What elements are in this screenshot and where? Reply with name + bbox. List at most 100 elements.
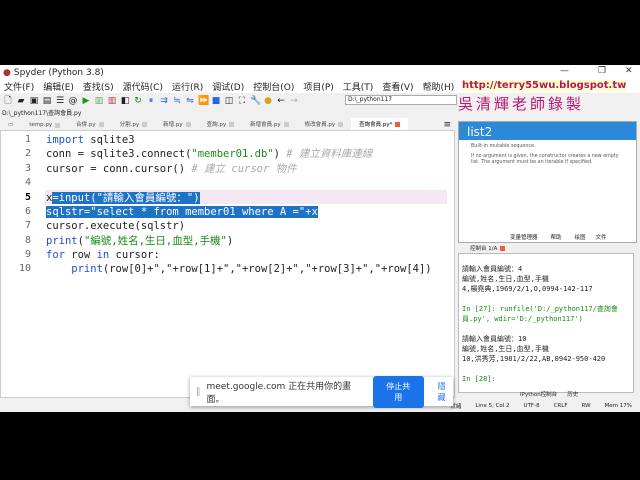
close-tab-icon[interactable] [283,121,289,127]
tab-label: 查詢會員.py* [359,122,393,128]
right-pane: list2 Built-in mutable sequence. If no a… [455,108,640,398]
working-directory-input[interactable]: D:\_python117 [345,95,457,105]
back-icon[interactable]: ← [276,96,286,106]
tab-history[interactable]: 历史 [567,390,578,398]
tab-help[interactable]: 帮助 [547,233,565,241]
options-menu-icon[interactable]: ≡ [443,120,455,130]
console-line: 10,洪秀芳,1981/2/22,AB,0942-950-420 [462,355,606,363]
minimize-button[interactable]: — [560,66,569,76]
tab-label: 查詢.py [206,122,227,128]
rerun-icon[interactable]: ↻ [133,96,143,106]
help-title: list2 [459,122,636,140]
code-editor[interactable]: 1 2 3 4 5 6 7 8 9 10 import sqlite3 conn… [0,130,455,398]
menu-help[interactable]: 帮助(H) [423,80,455,93]
step-return-icon[interactable]: ⇋ [185,96,195,106]
save-all-icon[interactable]: ▤ [42,96,52,106]
code-text: conn = sqlite3.connect( [46,148,192,160]
code-line: cursor.execute(sqlstr) [46,219,185,233]
tab-split[interactable]: 分割.py [112,118,156,130]
restore-button[interactable]: ❐ [598,66,606,76]
tab-variable-explorer[interactable]: 变量管理器 [510,233,538,241]
step-into-icon[interactable]: ≒ [172,96,182,106]
line-number: 9 [24,249,31,260]
code-text: (row[0]+","+row[1]+","+row[2]+","+row[3]… [102,263,432,275]
stop-sharing-button[interactable]: 停止共用 [372,375,424,408]
tab-label: 分割.py [119,122,140,128]
tab-query[interactable]: 查詢.py [199,118,243,130]
hide-button[interactable]: 隱藏 [438,381,453,403]
python-path-icon[interactable]: ● [263,96,273,106]
close-tab-icon[interactable] [229,121,235,127]
tab-ipython-console[interactable]: IPython控制台 [520,390,557,398]
tab-add[interactable]: 新增.py [155,118,199,130]
tab-plots[interactable]: 绘图 [575,233,586,241]
console-tab[interactable]: 控制台 1/A [470,244,506,252]
right-pane-tabs: 变量管理器 帮助 绘图 文件 [510,233,607,241]
menu-file[interactable]: 文件(F) [4,80,34,93]
debug-icon[interactable]: ⏸ [146,96,156,106]
close-tab-icon[interactable] [142,121,148,127]
menu-source[interactable]: 源代码(C) [123,80,163,93]
comment: # 建立資料庫連線 [286,148,373,160]
tab-temp[interactable]: temp.py [21,120,68,130]
help-desc: If no argument is given, the constructor… [471,154,619,165]
drag-handle-icon[interactable]: ‖ [196,387,201,397]
share-message: meet.google.com 正在共用你的畫面。 [206,381,352,405]
builtin: print [46,235,78,247]
close-tab-icon[interactable] [395,121,401,127]
code-text: ) [226,235,234,247]
close-tab-icon[interactable] [500,245,506,251]
close-tab-icon[interactable] [338,121,344,127]
watermark-name: 吳清輝老師錄製 [458,95,585,113]
stop-icon[interactable]: ■ [211,96,221,106]
menu-run[interactable]: 运行(R) [172,80,203,93]
tab-merge[interactable]: 合併.py [68,118,112,130]
forward-icon[interactable]: → [289,96,299,106]
run-cell-icon[interactable]: ▥ [94,96,104,106]
step-icon[interactable]: ⇉ [159,96,169,106]
tab-files[interactable]: 文件 [596,233,607,241]
new-file-icon[interactable]: 🗋 [3,96,13,106]
list-icon[interactable]: ☰ [55,96,65,106]
menu-console[interactable]: 控制台(O) [253,80,294,93]
console-line: 編號,姓名,生日,血型,手機 [462,275,549,283]
run-cell-advance-icon[interactable]: ▥ [107,96,117,106]
tab-add-member[interactable]: 新增會員.py [242,118,297,130]
code-line: print("編號,姓名,生日,血型,手機") [46,234,233,248]
tab-browse[interactable]: ▭ [0,120,21,130]
spyder-window: ● Spyder (Python 3.8) — ❐ ✕ 文件(F) 编辑(E) … [0,65,640,412]
menu-project[interactable]: 项目(P) [303,80,333,93]
close-tab-icon[interactable] [55,122,61,128]
ipython-console[interactable]: 請輸入會員編號：4 編號,姓名,生日,血型,手機 4,楊堯典,1969/2/1,… [458,253,634,393]
line-number: 7 [24,220,31,231]
close-tab-icon[interactable] [185,121,191,127]
menu-debug[interactable]: 调试(D) [212,80,244,93]
continue-icon[interactable]: ⏩ [198,96,209,106]
menu-view[interactable]: 查看(V) [382,80,413,93]
tab-label: 新增會員.py [250,122,281,128]
close-tab-icon[interactable] [98,121,104,127]
builtin: print [46,263,103,275]
maximize-pane-icon[interactable]: ◫ [224,96,234,106]
run-selection-icon[interactable]: ◧ [120,96,130,106]
at-icon[interactable]: @ [68,96,78,106]
line-number: 8 [24,235,31,246]
line-number: 5 [24,192,31,203]
code-line: cursor = conn.cursor() # 建立 cursor 物件 [46,162,297,176]
string: "member01.db" [191,148,274,160]
tab-query-member[interactable]: 查詢會員.py* [351,118,409,130]
fullscreen-icon[interactable]: ⛶ [237,96,247,106]
close-button[interactable]: ✕ [625,66,633,76]
save-icon[interactable]: ▣ [29,96,39,106]
run-icon[interactable]: ▶ [81,96,91,106]
menu-edit[interactable]: 编辑(E) [43,80,74,93]
preferences-icon[interactable]: 🔧 [250,96,261,106]
menu-search[interactable]: 查找(S) [83,80,114,93]
title-bar: ● Spyder (Python 3.8) — ❐ ✕ [0,65,640,80]
tab-edit-member[interactable]: 修改會員.py [297,118,352,130]
console-prompt: In [28]: [462,375,496,383]
menu-tools[interactable]: 工具(T) [343,80,374,93]
open-folder-icon[interactable]: ▰ [16,96,26,106]
